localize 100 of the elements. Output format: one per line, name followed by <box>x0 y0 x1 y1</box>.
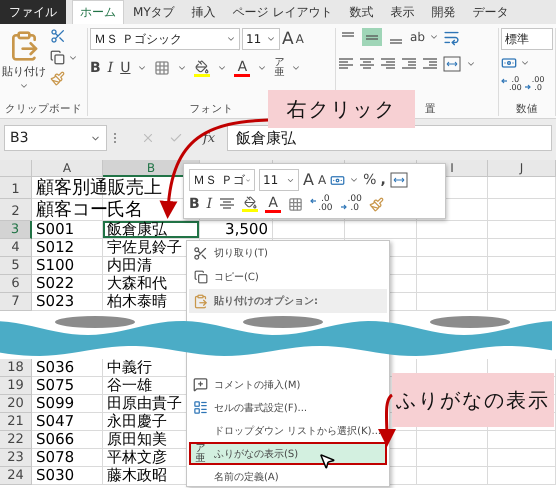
ribbon-tab[interactable]: ページ レイアウト <box>224 0 341 24</box>
ribbon-tab[interactable]: 挿入 <box>184 0 224 24</box>
row-header[interactable]: 20 <box>0 395 32 413</box>
menu-item[interactable]: コピー(C) <box>189 265 387 289</box>
menu-item[interactable]: ドロップダウン リストから選択(K)... <box>189 419 387 442</box>
cell-text: 平林文彦 <box>107 448 167 466</box>
row-header[interactable]: 5 <box>0 257 32 275</box>
row-header[interactable]: 23 <box>0 449 32 467</box>
menu-item[interactable]: 名前の定義(A) <box>189 465 387 488</box>
ribbon-tab[interactable]: MYタブ <box>125 0 183 24</box>
row-header[interactable]: 21 <box>0 413 32 431</box>
orientation-button[interactable]: ab <box>410 31 425 43</box>
cell-text: 宇佐見鈴子 <box>107 238 182 256</box>
cell-text: S023 <box>36 292 74 310</box>
grow-font-button[interactable]: A <box>303 172 314 188</box>
cell-text: S022 <box>36 274 74 292</box>
ribbon-tab[interactable]: 数式 <box>342 0 382 24</box>
merge-cells-icon[interactable] <box>443 56 461 72</box>
table-cell <box>417 257 488 275</box>
cell-text: 3,500 <box>225 220 268 238</box>
ribbon-tab[interactable]: ホーム <box>72 0 124 24</box>
align-right-icon[interactable] <box>380 57 396 71</box>
font-color-button[interactable]: A <box>265 196 282 212</box>
paintbrush-icon[interactable] <box>368 196 384 212</box>
grip-icon <box>113 132 117 144</box>
underline-button[interactable]: U <box>120 61 130 75</box>
row-header[interactable]: 2 <box>0 199 32 221</box>
borders-icon[interactable] <box>288 196 304 212</box>
table-cell <box>417 431 488 449</box>
cell-text: 内田清 <box>107 256 152 274</box>
paste-button[interactable]: 貼り付け <box>2 28 46 102</box>
column-header[interactable]: A <box>32 160 103 177</box>
row-header[interactable]: 4 <box>0 239 32 257</box>
ribbon-tab[interactable]: ファイル <box>0 0 66 24</box>
fill-color-icon[interactable] <box>194 60 210 76</box>
group-label: 置 <box>425 102 436 116</box>
table-cell <box>417 221 488 239</box>
align-left-icon[interactable] <box>338 57 354 71</box>
cell-text: S012 <box>36 238 74 256</box>
bold-button[interactable]: B <box>90 61 101 75</box>
menu-item[interactable]: コメントの挿入(M) <box>189 373 387 396</box>
font-color-button[interactable]: A <box>234 60 250 76</box>
row-header[interactable]: 18 <box>0 359 32 377</box>
scissors-icon[interactable] <box>50 28 66 44</box>
cell-text: 藤木政昭 <box>107 466 167 484</box>
shrink-font-button[interactable]: A <box>296 33 304 45</box>
name-box[interactable]: B3 <box>4 125 107 151</box>
fill-color-icon[interactable] <box>242 196 258 212</box>
indent-increase-icon[interactable] <box>422 57 438 71</box>
row-header[interactable]: 24 <box>0 467 32 485</box>
indent-decrease-icon[interactable] <box>401 57 417 71</box>
cell-text: 顧客コー <box>36 199 108 220</box>
merge-cells-icon[interactable] <box>390 172 408 188</box>
selected-cell[interactable]: 飯倉康弘 <box>103 221 200 239</box>
font-name-select[interactable]: ＭＳ Ｐゴシック <box>90 28 240 50</box>
align-center-icon[interactable] <box>219 197 236 211</box>
row-header[interactable]: 22 <box>0 431 32 449</box>
number-format-select[interactable]: 標準 <box>501 28 553 50</box>
increase-decimal-button[interactable]: .0 .00 <box>318 195 333 213</box>
vertical-align-button[interactable] <box>362 28 382 46</box>
decrease-decimal-button[interactable]: .00 .0 <box>532 76 544 92</box>
italic-button[interactable]: I <box>206 197 212 211</box>
ribbon-tab[interactable]: 表示 <box>382 0 423 24</box>
decrease-decimal-button[interactable]: .00 .0 <box>348 195 362 213</box>
row-header[interactable]: 7 <box>0 293 32 311</box>
percent-button[interactable]: % <box>363 173 376 187</box>
table-cell <box>488 257 556 275</box>
copy-icon[interactable] <box>50 50 65 65</box>
formula-field[interactable]: 飯倉康弘 <box>227 125 552 151</box>
callout-label: ふりがなの表示 <box>392 373 554 427</box>
table-cell <box>488 293 556 311</box>
increase-decimal-button[interactable]: .0 .00 <box>509 76 522 92</box>
font-size-select[interactable]: 11 <box>259 169 299 191</box>
row-header[interactable]: 19 <box>0 377 32 395</box>
cell-text: S078 <box>36 448 74 466</box>
cell-text: S066 <box>36 430 74 448</box>
grow-font-button[interactable]: A <box>282 30 294 48</box>
menu-item[interactable]: 切り取り(T) <box>189 241 387 265</box>
font-name-select[interactable]: ＭＳ Ｐゴ <box>189 169 255 191</box>
table-cell <box>488 431 556 449</box>
row-header[interactable]: 3 <box>0 221 32 239</box>
italic-button[interactable]: I <box>108 61 114 75</box>
ribbon-tab[interactable]: データ <box>464 0 517 24</box>
paintbrush-icon[interactable] <box>50 71 65 86</box>
row-header[interactable]: 6 <box>0 275 32 293</box>
group-label: フォント <box>190 102 234 116</box>
menu-item[interactable]: セルの書式設定(F)... <box>189 396 387 419</box>
phonetic-icon[interactable]: ア 亜 <box>274 58 284 78</box>
comma-button[interactable]: , <box>380 173 386 187</box>
table-cell <box>488 467 556 485</box>
bold-button[interactable]: B <box>189 197 200 211</box>
shrink-font-button[interactable]: A <box>318 174 326 186</box>
align-center-icon[interactable] <box>359 57 375 71</box>
font-size-select[interactable]: 11 <box>242 28 280 50</box>
cell-text: S075 <box>36 376 74 394</box>
column-header[interactable]: J <box>488 160 556 177</box>
ribbon-tab[interactable]: 開発 <box>424 0 464 24</box>
borders-icon[interactable] <box>154 60 170 76</box>
table-cell <box>488 449 556 467</box>
row-header[interactable]: 1 <box>0 177 32 199</box>
